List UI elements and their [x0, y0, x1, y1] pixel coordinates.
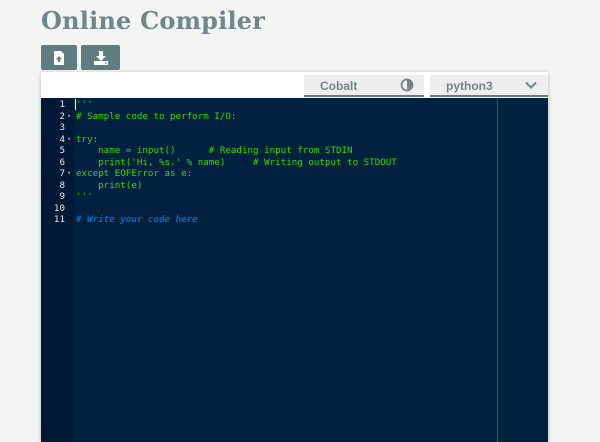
code-text: '''	[76, 191, 93, 202]
upload-file-button[interactable]	[41, 45, 77, 70]
code-line[interactable]: 11 # Write your code here	[41, 214, 497, 225]
code-line[interactable]: 3	[41, 122, 497, 133]
editor-card: Cobalt python3 1 ''' 2 ▾ # Sample code to pe…	[41, 72, 548, 442]
code-editor[interactable]: 1 ''' 2 ▾ # Sample code to perform I/O: 3 4 ▾ tr…	[41, 98, 548, 442]
editor-toolbar: Cobalt python3	[41, 72, 548, 98]
code-text: print('Hi, %s.' % name) # Writing output…	[76, 156, 397, 168]
code-line[interactable]: 5 name = input() # Reading input from ST…	[41, 145, 497, 156]
text-cursor	[75, 99, 76, 110]
code-line[interactable]: 2 ▾ # Sample code to perform I/O:	[41, 111, 497, 122]
code-line[interactable]: 10	[41, 203, 497, 214]
line-number: 7	[59, 168, 65, 179]
line-number: 4	[59, 133, 65, 145]
fold-toggle-icon[interactable]: ▾	[67, 134, 71, 145]
line-number: 2	[59, 110, 65, 122]
line-number: 11	[53, 214, 65, 225]
fold-toggle-icon[interactable]: ▾	[67, 168, 71, 179]
code-line[interactable]: 7 ▾ except EOFError as e:	[41, 168, 497, 179]
language-label: python3	[446, 79, 493, 93]
theme-selector[interactable]: Cobalt	[304, 75, 424, 97]
page-title: Online Compiler	[41, 6, 266, 35]
theme-label: Cobalt	[320, 79, 358, 93]
code-line[interactable]: 8 print(e)	[41, 180, 497, 191]
print-margin	[497, 98, 498, 442]
line-number: 10	[53, 202, 65, 214]
file-upload-icon	[54, 50, 64, 65]
code-line[interactable]: 6 print('Hi, %s.' % name) # Writing outp…	[41, 157, 497, 168]
code-text: except EOFError as e:	[76, 168, 193, 179]
fold-toggle-icon[interactable]: ▾	[67, 111, 71, 122]
code-text: print(e)	[76, 179, 143, 191]
code-line[interactable]: 4 ▾ try:	[41, 134, 497, 145]
line-number: 5	[59, 145, 65, 156]
code-line[interactable]: 9 '''	[41, 191, 497, 202]
code-line[interactable]: 1 '''	[41, 99, 497, 110]
line-number: 9	[59, 191, 65, 202]
code-text: # Sample code to perform I/O:	[76, 110, 237, 122]
line-number: 1	[59, 99, 65, 110]
code-text: try:	[76, 133, 99, 145]
line-number: 8	[59, 179, 65, 191]
download-icon	[93, 50, 108, 65]
chevron-down-icon	[524, 78, 538, 95]
download-button[interactable]	[81, 45, 120, 70]
language-selector[interactable]: python3	[430, 75, 548, 97]
line-number: 6	[59, 156, 65, 168]
code-text: name = input() # Reading input from STDI…	[76, 145, 353, 156]
contrast-icon	[400, 78, 414, 95]
code-text: # Write your code here	[76, 214, 198, 225]
line-number: 3	[59, 122, 65, 133]
code-text: '''	[76, 99, 93, 110]
